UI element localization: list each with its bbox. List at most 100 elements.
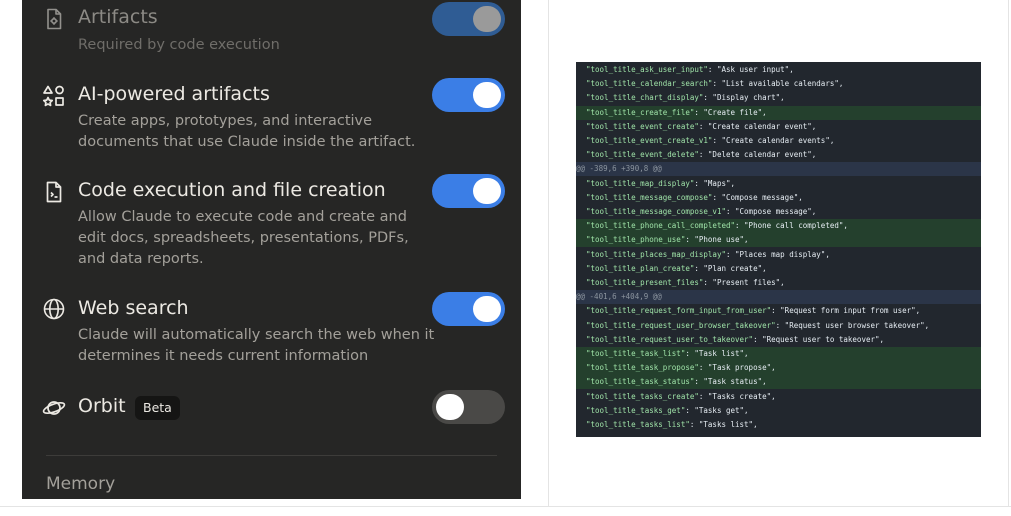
diff-context-line: "tool_title_request_user_to_takeover": "… (576, 333, 981, 347)
diff-context-line: "tool_title_message_compose_v1": "Compos… (576, 205, 981, 219)
diff-value: : "Tasks get", (685, 405, 749, 415)
artifacts-toggle[interactable] (432, 2, 505, 36)
setting-description: Create apps, prototypes, and interactive… (78, 113, 416, 150)
diff-value: : "Create calendar event", (698, 121, 817, 131)
diff-value: : "Tasks list", (689, 420, 758, 429)
setting-description: Allow Claude to execute code and create … (78, 209, 409, 267)
diff-context-line: "tool_title_event_delete": "Delete calen… (576, 148, 981, 162)
diff-context-line: "tool_title_places_map_display": "Places… (576, 248, 981, 262)
setting-description: Required by code execution (78, 37, 280, 53)
diff-context-line: "tool_title_event_create_v1": "Create ca… (576, 134, 981, 148)
diff-key: "tool_title_message_compose_v1" (586, 207, 726, 216)
diff-key: "tool_title_tasks_list" (586, 420, 690, 429)
frame-bottom-border (0, 506, 1011, 507)
diff-value: : "Create file", (694, 107, 767, 117)
file-gear-icon (42, 7, 66, 31)
frame-edge (1008, 0, 1009, 506)
diff-key: "tool_title_request_form_input_from_user… (586, 306, 772, 316)
diff-key: "tool_title_event_delete" (586, 150, 699, 160)
setting-title: AI-powered artifacts (78, 83, 270, 105)
diff-value: : "Ask user input", (707, 65, 794, 74)
diff-context-line: "tool_title_request_user_browser_takeove… (576, 319, 981, 333)
beta-badge: Beta (135, 396, 180, 420)
diff-hunk-header: @@ -401,6 +404,9 @@ (576, 290, 981, 305)
diff-context-line: "tool_title_ask_user_input": "Ask user i… (576, 63, 981, 77)
diff-context-line: "tool_title_request_form_input_from_user… (576, 304, 981, 318)
diff-context-line: "tool_title_map_display": "Maps", (576, 177, 981, 191)
diff-added-line: "tool_title_task_propose": "Task propose… (576, 361, 981, 376)
diff-value: : "Task list", (685, 349, 749, 358)
diff-key: "tool_title_event_create" (586, 121, 699, 131)
diff-value: : "Delete calendar event", (698, 150, 817, 160)
diff-key: "tool_title_event_create_v1" (586, 136, 713, 145)
toggle-knob (473, 178, 501, 204)
frame-divider (548, 0, 549, 506)
diff-value: : "Compose message", (725, 207, 817, 216)
diff-key: "tool_title_present_files" (586, 278, 704, 287)
diff-context-line: "tool_title_message_compose": "Compose m… (576, 191, 981, 205)
diff-key: "tool_title_create_file" (586, 107, 695, 117)
diff-context-line: "tool_title_tasks_get": "Tasks get", (576, 404, 981, 418)
setting-title: Artifacts (78, 6, 158, 28)
toggle-knob (473, 82, 501, 108)
diff-key: "tool_title_plan_create" (586, 263, 695, 273)
toggle-knob (473, 6, 501, 32)
diff-value: : "Display chart", (703, 93, 785, 103)
diff-key: "tool_title_task_status" (586, 377, 695, 387)
setting-title: Orbit (78, 395, 126, 417)
code-execution-toggle[interactable] (432, 174, 505, 208)
diff-key: "tool_title_request_user_browser_takeove… (586, 320, 776, 330)
diff-context-line: "tool_title_plan_create": "Plan create", (576, 262, 981, 276)
setting-title: Web search (78, 297, 189, 319)
diff-added-line: "tool_title_task_status": "Task status", (576, 375, 981, 390)
diff-value: : "Plan create", (694, 263, 767, 273)
section-divider (46, 455, 497, 456)
diff-key: "tool_title_phone_call_completed" (586, 221, 736, 231)
diff-context-line: "tool_title_calendar_search": "List avai… (576, 77, 981, 91)
orbit-toggle[interactable] (432, 390, 505, 424)
code-diff-panel: "tool_title_ask_user_input": "Ask user i… (576, 62, 981, 437)
diff-added-line: "tool_title_task_list": "Task list", (576, 347, 981, 361)
diff-key: "tool_title_calendar_search" (586, 79, 713, 89)
diff-key: "tool_title_message_compose" (586, 192, 713, 202)
diff-value: : "Request form input from user", (771, 306, 921, 316)
diff-added-line: "tool_title_create_file": "Create file", (576, 105, 981, 120)
diff-value: : "Task propose", (698, 363, 776, 373)
diff-key: "tool_title_task_list" (586, 349, 686, 358)
document-icon (42, 180, 66, 204)
web-search-toggle[interactable] (432, 292, 505, 326)
memory-section-heading: Memory (46, 474, 116, 494)
toggle-knob (436, 394, 464, 420)
diff-key: "tool_title_places_map_display" (586, 249, 726, 259)
diff-value: : "Task status", (694, 377, 767, 387)
diff-key: "tool_title_phone_use" (586, 235, 686, 245)
ai-powered-artifacts-toggle[interactable] (432, 78, 505, 112)
diff-value: : "Phone use", (685, 235, 749, 245)
diff-context-line: "tool_title_tasks_list": "Tasks list", (576, 418, 981, 432)
diff-value: : "Request user to takeover", (753, 334, 885, 344)
planet-icon (42, 396, 66, 420)
diff-key: "tool_title_map_display" (586, 178, 695, 188)
diff-added-line: "tool_title_phone_call_completed": "Phon… (576, 219, 981, 234)
diff-context-line: "tool_title_chart_display": "Display cha… (576, 91, 981, 105)
setting-title: Code execution and file creation (78, 179, 386, 201)
setting-description: Claude will automatically search the web… (78, 327, 435, 364)
diff-key: "tool_title_request_user_to_takeover" (586, 334, 754, 344)
diff-value: : "Present files", (703, 278, 785, 287)
diff-value: : "List available calendars", (712, 79, 844, 89)
diff-value: : "Phone call completed", (735, 221, 848, 231)
diff-value: : "Places map display", (725, 249, 830, 259)
toggle-knob (473, 296, 501, 322)
diff-value: : "Maps", (694, 178, 736, 188)
diff-context-line: "tool_title_tasks_create": "Tasks create… (576, 390, 981, 404)
diff-key: "tool_title_tasks_get" (586, 405, 686, 415)
diff-key: "tool_title_chart_display" (586, 93, 704, 103)
shapes-icon (42, 84, 66, 108)
diff-value: : "Compose message", (712, 192, 803, 202)
diff-hunk-header: @@ -389,6 +390,8 @@ (576, 162, 981, 177)
diff-value: : "Tasks create", (698, 391, 776, 401)
diff-added-line: "tool_title_phone_use": "Phone use", (576, 233, 981, 248)
diff-context-line: "tool_title_event_create": "Create calen… (576, 120, 981, 134)
diff-context-line: "tool_title_present_files": "Present fil… (576, 276, 981, 290)
diff-key: "tool_title_task_propose" (586, 363, 699, 373)
